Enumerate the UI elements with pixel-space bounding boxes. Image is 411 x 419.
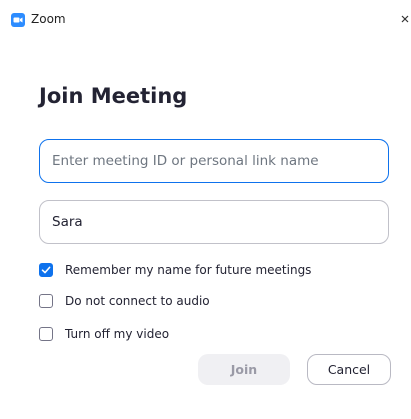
video-off-checkbox[interactable]: [39, 327, 53, 341]
zoom-logo-icon: [11, 12, 25, 27]
meeting-id-field: [39, 139, 389, 183]
app-title: Zoom: [31, 12, 66, 26]
video-off-label: Turn off my video: [65, 327, 170, 341]
remember-name-option[interactable]: Remember my name for future meetings: [39, 261, 311, 279]
checkmark-icon: [41, 266, 51, 274]
remember-name-label: Remember my name for future meetings: [65, 263, 312, 277]
video-off-option[interactable]: Turn off my video: [39, 325, 169, 343]
meeting-id-input[interactable]: [40, 140, 388, 182]
cancel-button[interactable]: Cancel: [307, 354, 391, 385]
join-button[interactable]: Join: [198, 354, 290, 385]
zoom-join-dialog: Zoom Join Meeting Remember my name for f…: [0, 0, 411, 419]
no-audio-checkbox[interactable]: [39, 294, 53, 308]
name-input[interactable]: [40, 201, 388, 243]
close-icon[interactable]: [398, 9, 410, 29]
no-audio-label: Do not connect to audio: [65, 294, 210, 308]
remember-name-checkbox[interactable]: [39, 263, 53, 277]
title-bar: Zoom: [0, 0, 411, 36]
page-title: Join Meeting: [39, 84, 188, 108]
name-field: [39, 200, 389, 244]
no-audio-option[interactable]: Do not connect to audio: [39, 292, 210, 310]
